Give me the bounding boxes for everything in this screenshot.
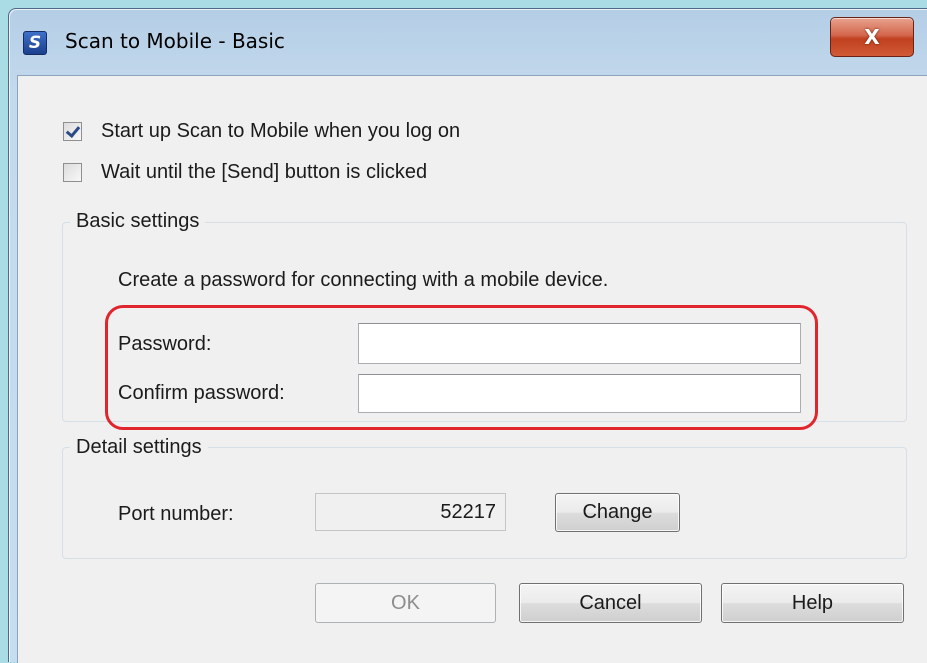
ok-button[interactable]: OK <box>315 583 496 623</box>
dialog-window: S Scan to Mobile - Basic X Start up Scan… <box>8 8 927 663</box>
startup-checkbox[interactable] <box>63 122 82 141</box>
dialog-client-area: Start up Scan to Mobile when you log on … <box>17 75 927 663</box>
port-number-field: 52217 <box>315 493 506 531</box>
detail-settings-legend: Detail settings <box>70 436 208 459</box>
scansnap-app-icon: S <box>23 31 47 55</box>
wait-send-checkbox[interactable] <box>63 163 82 182</box>
password-instruction: Create a password for connecting with a … <box>118 269 609 291</box>
close-button[interactable]: X <box>830 17 914 57</box>
basic-settings-legend: Basic settings <box>70 210 206 233</box>
cancel-button[interactable]: Cancel <box>519 583 702 623</box>
startup-option-row[interactable]: Start up Scan to Mobile when you log on <box>63 120 460 143</box>
port-number-label: Port number: <box>118 503 234 525</box>
help-button[interactable]: Help <box>721 583 904 623</box>
wait-send-option-row[interactable]: Wait until the [Send] button is clicked <box>63 161 427 184</box>
title-bar[interactable]: S Scan to Mobile - Basic X <box>9 9 927 75</box>
window-title: Scan to Mobile - Basic <box>65 29 285 53</box>
password-highlight-frame <box>105 305 818 430</box>
wait-send-checkbox-label: Wait until the [Send] button is clicked <box>101 161 428 183</box>
startup-checkbox-label: Start up Scan to Mobile when you log on <box>101 120 461 142</box>
change-port-button[interactable]: Change <box>555 493 680 532</box>
